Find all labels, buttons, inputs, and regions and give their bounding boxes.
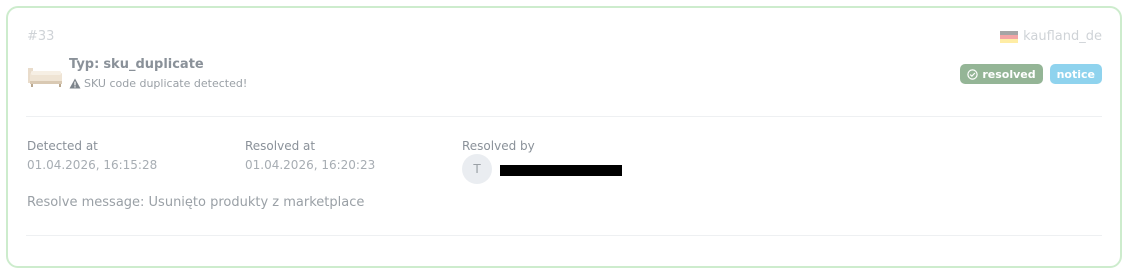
status-badge-label: resolved: [982, 67, 1036, 81]
marketplace-name: kaufland_de: [1023, 29, 1102, 44]
alert-card: #33 kaufland_de Typ: sku_duplicate SKU c…: [6, 6, 1122, 268]
badge-group: resolved notice: [960, 64, 1102, 84]
resolved-by-label: Resolved by: [462, 139, 535, 153]
resolved-at-value: 01.04.2026, 16:20:23: [245, 158, 376, 172]
resolved-at-label: Resolved at: [245, 139, 316, 153]
alert-message: SKU code duplicate detected!: [69, 77, 247, 90]
alert-id: #33: [27, 29, 55, 44]
germany-flag-icon: [1000, 30, 1019, 43]
detected-at-value: 01.04.2026, 16:15:28: [27, 158, 158, 172]
detected-at-label: Detected at: [27, 139, 98, 153]
header-divider: [26, 116, 1102, 117]
alert-type-label: Typ:: [69, 57, 100, 72]
resolve-message: Resolve message: Usunięto produkty z mar…: [27, 195, 365, 210]
alert-type-value: sku_duplicate: [103, 57, 204, 72]
product-bed-thumbnail: [28, 68, 62, 87]
warning-icon: [69, 78, 81, 89]
alert-message-text: SKU code duplicate detected!: [84, 77, 248, 90]
status-badge: resolved: [960, 64, 1043, 84]
avatar: T: [462, 154, 492, 184]
severity-badge-label: notice: [1056, 67, 1095, 81]
alert-type: Typ: sku_duplicate: [69, 57, 204, 72]
footer-divider: [26, 235, 1102, 236]
check-circle-icon: [967, 68, 979, 80]
severity-badge: notice: [1049, 64, 1102, 84]
redacted-user-name: [500, 165, 622, 176]
marketplace-tag: kaufland_de: [1000, 29, 1102, 44]
